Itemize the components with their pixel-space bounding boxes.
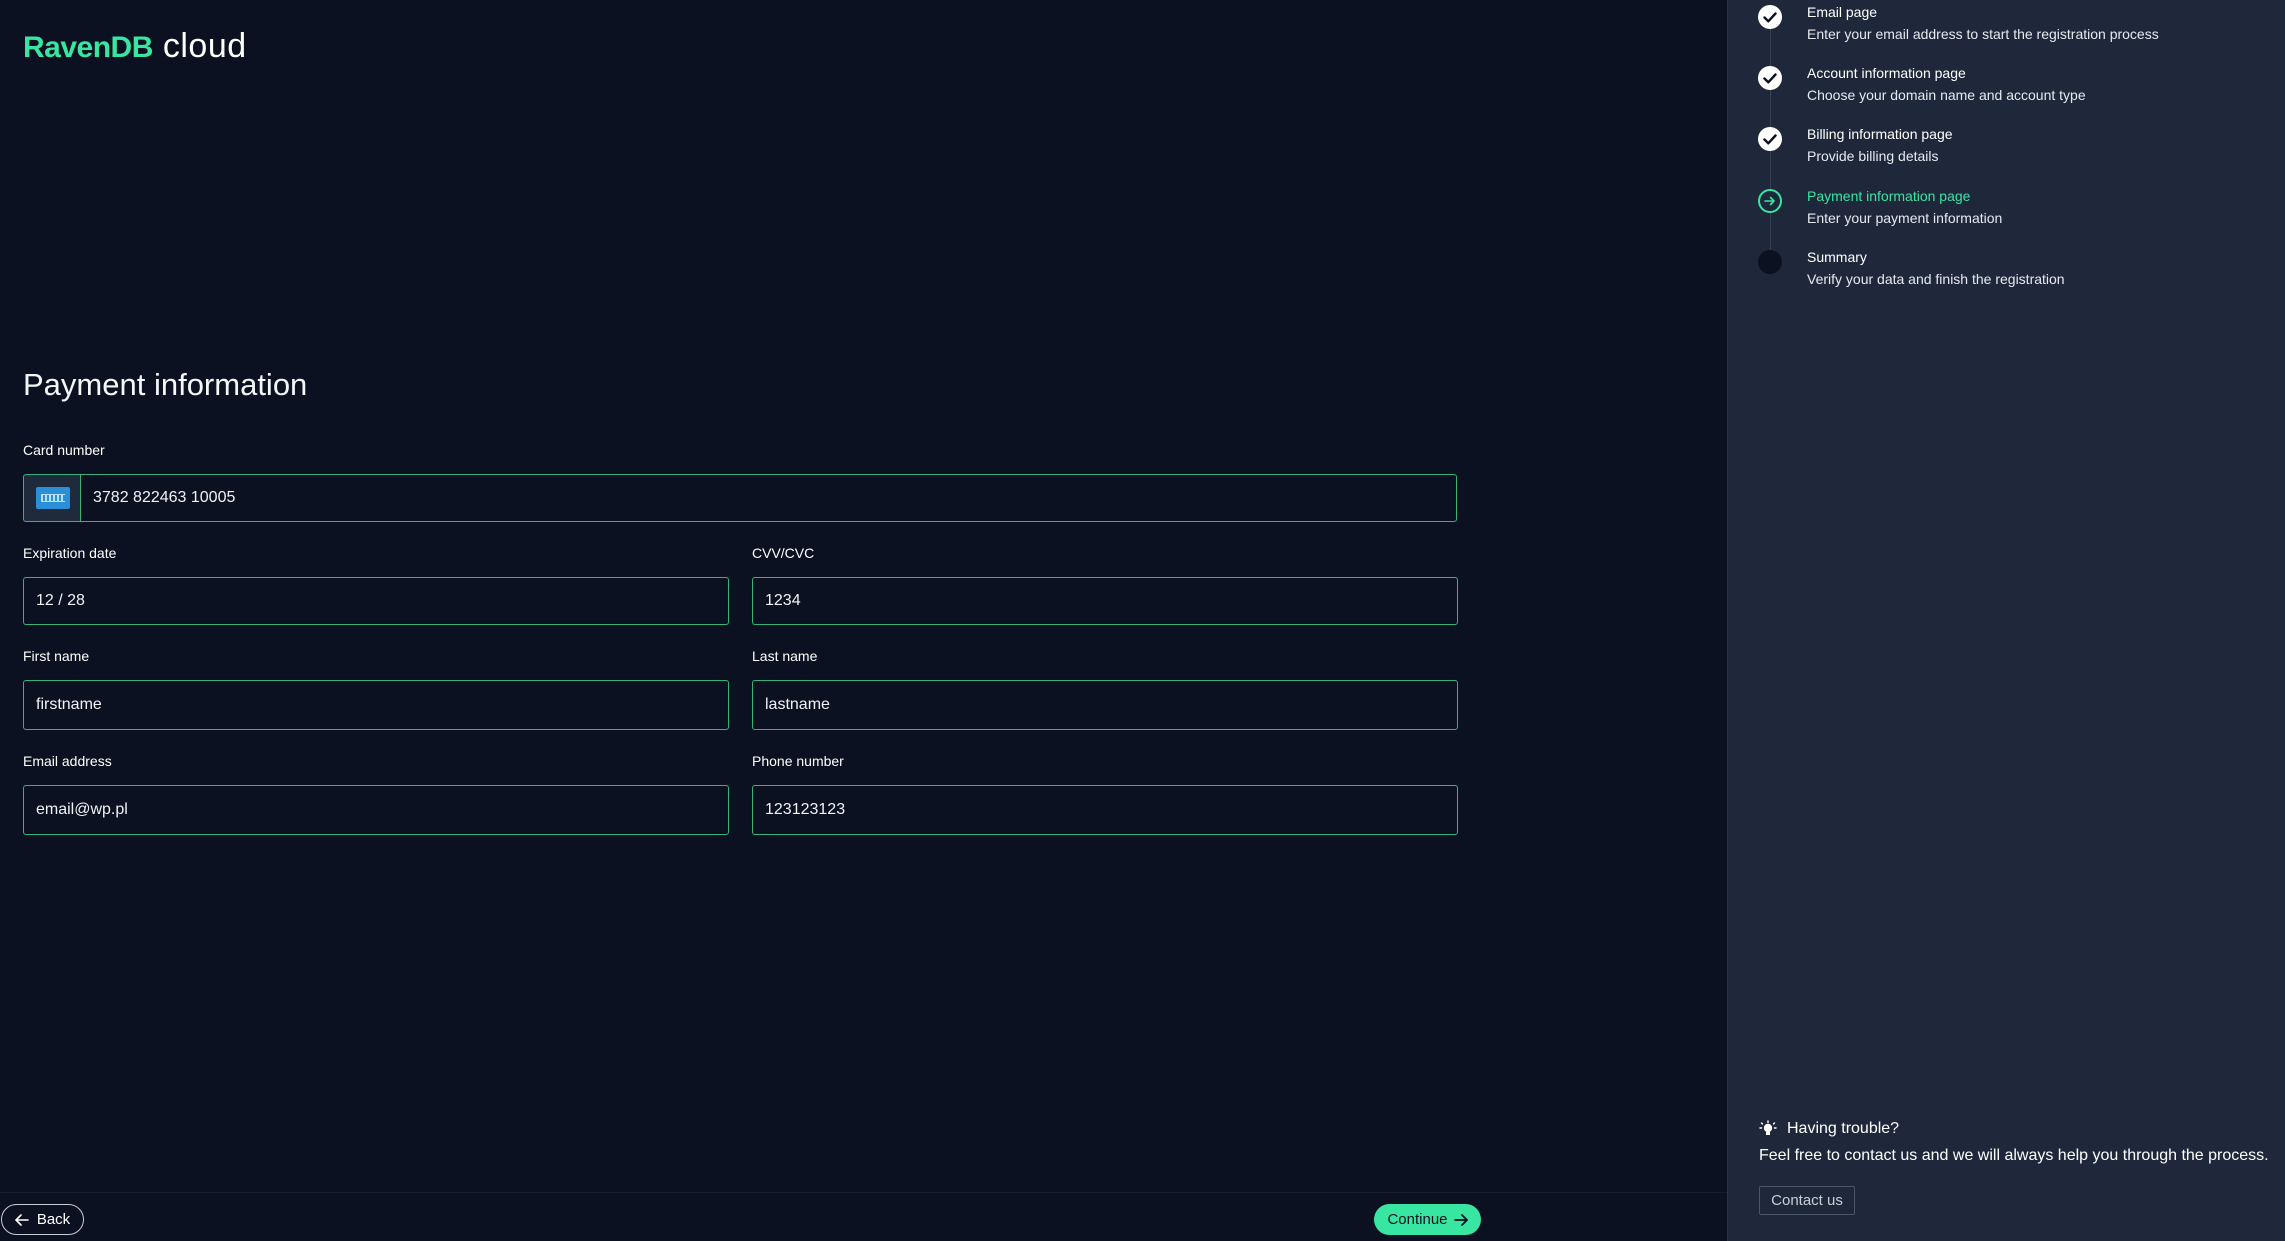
card-number-input[interactable] — [80, 474, 1457, 522]
step-desc-billing: Provide billing details — [1807, 148, 1939, 164]
step-pending-dot-icon — [1758, 250, 1782, 274]
main-panel: RavenDB cloud Payment information Card n… — [0, 0, 1727, 1241]
last-name-label: Last name — [752, 648, 818, 664]
step-title-billing: Billing information page — [1807, 126, 1953, 142]
logo-brand: RavenDB — [23, 31, 153, 64]
step-current-arrow-icon — [1758, 189, 1782, 213]
back-button[interactable]: Back — [1, 1204, 84, 1235]
first-name-input[interactable] — [23, 680, 729, 730]
last-name-input[interactable] — [752, 680, 1458, 730]
step-done-check-icon — [1758, 5, 1782, 29]
step-desc-email: Enter your email address to start the re… — [1807, 26, 2159, 42]
card-type-indicator — [23, 474, 81, 522]
step-title-email: Email page — [1807, 4, 1878, 20]
contact-us-button[interactable]: Contact us — [1759, 1186, 1855, 1215]
help-text: Feel free to contact us and we will alwa… — [1759, 1147, 2269, 1164]
expiration-date-label: Expiration date — [23, 545, 117, 561]
step-title-account: Account information page — [1807, 65, 1966, 81]
step-desc-payment: Enter your payment information — [1807, 210, 2003, 226]
help-heading: Having trouble? — [1759, 1120, 1899, 1138]
step-title-payment: Payment information page — [1807, 188, 1971, 204]
help-title: Having trouble? — [1787, 1120, 1900, 1137]
expiration-date-input[interactable] — [23, 577, 729, 625]
first-name-label: First name — [23, 648, 90, 664]
back-button-label: Back — [36, 1211, 71, 1228]
step-done-check-icon — [1758, 66, 1782, 90]
step-desc-account: Choose your domain name and account type — [1807, 87, 2086, 103]
arrow-left-icon — [15, 1213, 29, 1226]
email-label: Email address — [23, 753, 112, 769]
cvv-input[interactable] — [752, 577, 1458, 625]
page-title: Payment information — [23, 367, 308, 402]
registration-steps-sidebar — [1727, 0, 2285, 1241]
ravendb-cloud-logo: RavenDB cloud — [23, 27, 247, 66]
continue-button[interactable]: Continue — [1374, 1204, 1481, 1235]
cvv-label: CVV/CVC — [752, 545, 815, 561]
footer-divider — [0, 1192, 1727, 1193]
logo-product: cloud — [162, 27, 247, 65]
step-title-summary: Summary — [1807, 249, 1867, 265]
arrow-right-icon — [1453, 1213, 1468, 1226]
lightbulb-icon — [1759, 1120, 1777, 1135]
phone-label: Phone number — [752, 753, 844, 769]
email-input[interactable] — [23, 785, 729, 835]
continue-button-label: Continue — [1387, 1211, 1448, 1228]
amex-card-icon — [35, 487, 70, 509]
phone-input[interactable] — [752, 785, 1458, 835]
step-done-check-icon — [1758, 127, 1782, 151]
step-desc-summary: Verify your data and finish the registra… — [1807, 271, 2065, 287]
card-number-label: Card number — [23, 442, 105, 458]
